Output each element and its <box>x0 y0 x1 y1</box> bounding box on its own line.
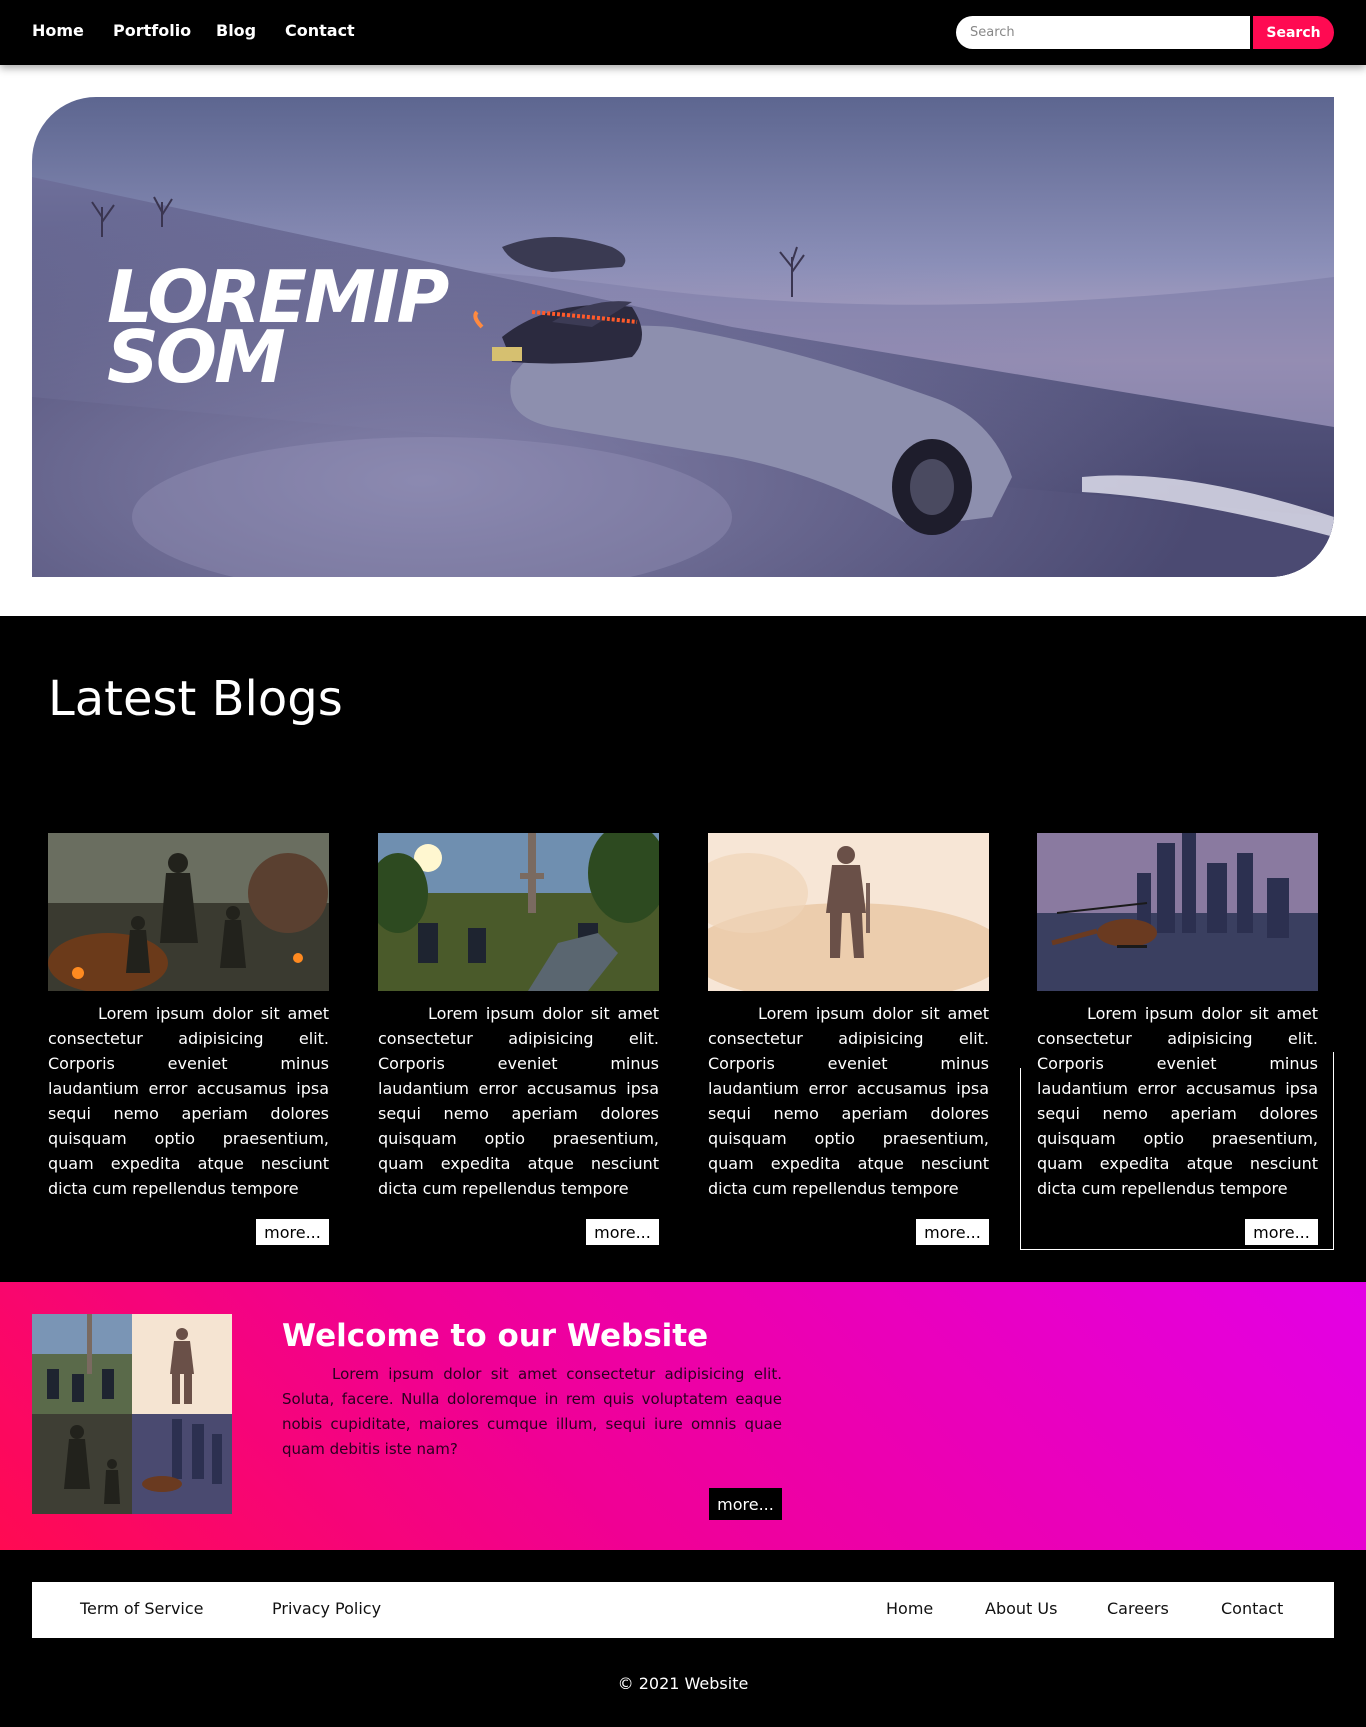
footer-contact-link[interactable]: Contact <box>1221 1599 1283 1618</box>
nav-blog-link[interactable]: Blog <box>216 21 256 40</box>
hero-banner: LOREMIP SOM <box>32 97 1334 577</box>
blog-card: Lorem ipsum dolor sit amet consectetur a… <box>378 833 659 1245</box>
blog-card: Lorem ipsum dolor sit amet consectetur a… <box>48 833 329 1245</box>
section-title: Latest Blogs <box>48 671 343 727</box>
welcome-text: Lorem ipsum dolor sit amet consectetur a… <box>282 1365 782 1458</box>
blog-image-helicopter-city[interactable] <box>1037 833 1318 991</box>
blog-image-shooter[interactable] <box>378 833 659 991</box>
blog-excerpt: Lorem ipsum dolor sit amet consectetur a… <box>378 1004 659 1198</box>
nav-home-link[interactable]: Home <box>32 21 84 40</box>
footer-home-link[interactable]: Home <box>886 1599 933 1618</box>
search-button[interactable]: Search <box>1253 16 1334 49</box>
top-navbar: Home Portfolio Blog Contact Search <box>0 0 1366 65</box>
copyright-text: © 2021 Website <box>617 1674 749 1693</box>
image-mosaic <box>32 1314 232 1514</box>
footer-about-link[interactable]: About Us <box>985 1599 1057 1618</box>
footer-terms-link[interactable]: Term of Service <box>80 1599 204 1618</box>
blog-excerpt: Lorem ipsum dolor sit amet consectetur a… <box>48 1004 329 1198</box>
footer-privacy-link[interactable]: Privacy Policy <box>272 1599 381 1618</box>
blog-image-soldiers[interactable] <box>48 833 329 991</box>
mosaic-image <box>32 1314 232 1514</box>
more-button[interactable]: more... <box>916 1219 989 1245</box>
nav-contact-link[interactable]: Contact <box>285 21 355 40</box>
welcome-title: Welcome to our Website <box>282 1318 709 1354</box>
blog-excerpt: Lorem ipsum dolor sit amet consectetur a… <box>708 1004 989 1198</box>
welcome-more-button[interactable]: more... <box>709 1488 782 1520</box>
latest-blogs-section: Latest Blogs Lorem ipsum dolor sit amet … <box>0 616 1366 1282</box>
footer-links-bar: Term of Service Privacy Policy Home Abou… <box>32 1582 1334 1638</box>
blog-card: Lorem ipsum dolor sit amet consectetur a… <box>708 833 989 1245</box>
welcome-section: Welcome to our Website Lorem ipsum dolor… <box>0 1282 1366 1550</box>
more-button[interactable]: more... <box>256 1219 329 1245</box>
card-hover-outline <box>1020 1052 1334 1250</box>
footer: Term of Service Privacy Policy Home Abou… <box>0 1550 1366 1727</box>
hero-title: LOREMIP SOM <box>107 261 507 393</box>
nav-portfolio-link[interactable]: Portfolio <box>113 21 191 40</box>
search-input[interactable] <box>956 16 1250 49</box>
hero-section: LOREMIP SOM <box>0 65 1366 616</box>
blog-image-armored-hero[interactable] <box>708 833 989 991</box>
footer-careers-link[interactable]: Careers <box>1107 1599 1169 1618</box>
more-button[interactable]: more... <box>586 1219 659 1245</box>
